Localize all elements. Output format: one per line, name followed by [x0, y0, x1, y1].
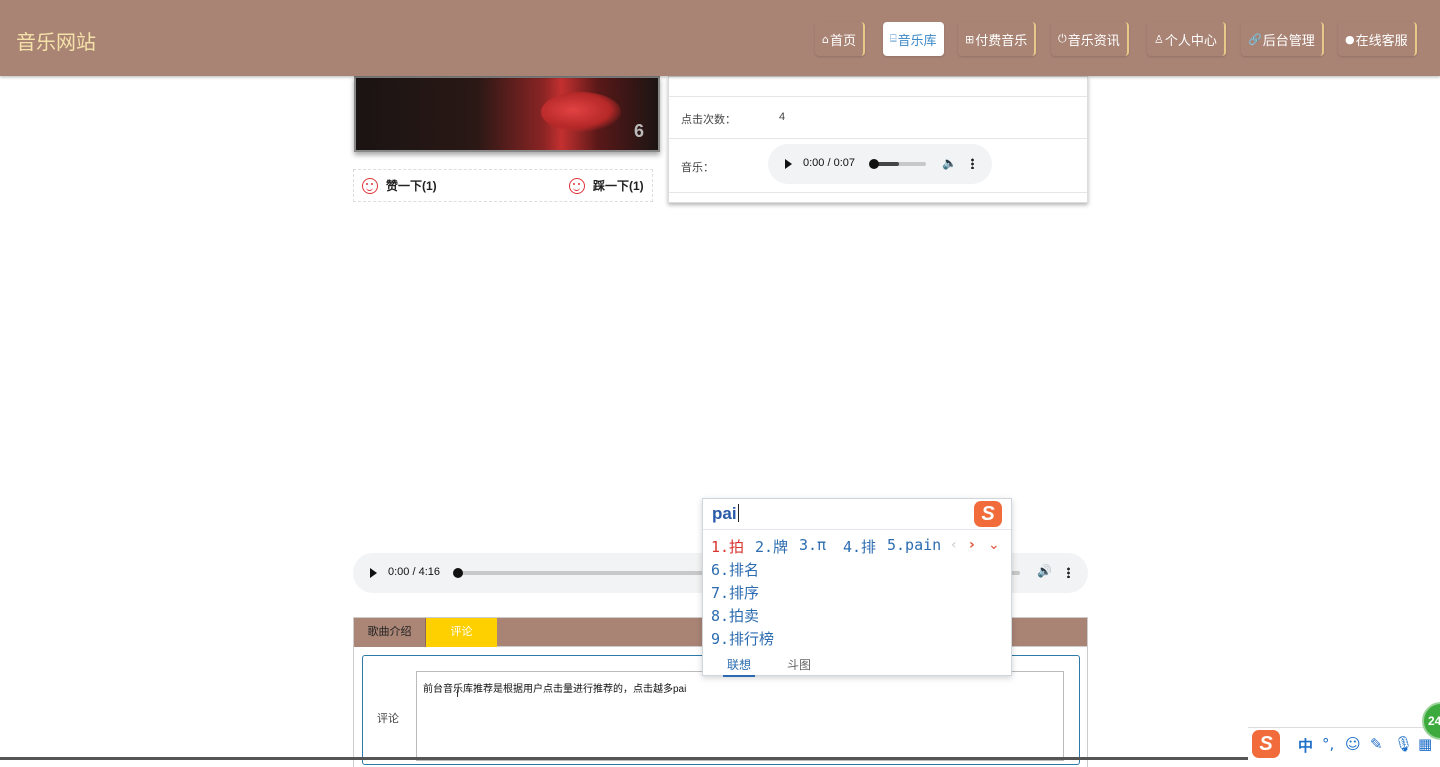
nav-label: 在线客服 [1355, 32, 1408, 48]
cover-logo-icon: 6 [633, 121, 644, 141]
power-icon: ⏻ [1058, 32, 1067, 45]
player-time: 0:00 / 0:07 [803, 157, 855, 169]
ime-candidate[interactable]: 8.拍卖 [711, 605, 759, 626]
link-icon: 🔗 [1248, 32, 1262, 46]
nav-music-news[interactable]: ⏻ 音乐资讯 [1051, 22, 1129, 56]
more-options-icon[interactable] [971, 158, 974, 169]
progress-knob[interactable] [453, 568, 463, 578]
prev-page-icon[interactable]: ‹ [951, 537, 957, 553]
like-label: 赞一下(1) [386, 179, 437, 193]
site-brand[interactable]: 音乐网站 [16, 26, 96, 55]
top-navbar: 音乐网站 ⌂ 首页 ⌸ 音乐库 ⊞ 付费音乐 ⏻ 音乐资讯 ♙ 个人中心 🔗 后台管理 ● 在… [0, 0, 1440, 76]
vote-bar: 赞一下(1) 踩一下(1) [353, 169, 653, 202]
ime-candidate-window: pai S 1.拍 2.牌 3.π 4.排 5.pain ‹ › ⌄ 6.排名 … [702, 498, 1012, 677]
nav-label: 首页 [829, 32, 856, 48]
pen-icon[interactable]: ✎ [1370, 735, 1383, 753]
ime-candidate[interactable]: 7.排序 [711, 582, 759, 603]
nav-label: 音乐库 [897, 32, 937, 48]
ime-candidate[interactable]: 4.排 [843, 536, 876, 557]
emoji-icon[interactable]: ☺ [1345, 735, 1361, 753]
sogou-logo-icon[interactable]: S [1252, 730, 1280, 758]
microphone-icon[interactable]: 🎙 [1394, 735, 1413, 753]
ime-candidate[interactable]: 3.π [799, 536, 826, 554]
grid-icon: ⊞ [965, 32, 975, 46]
nav-music-library[interactable]: ⌸ 音乐库 [883, 22, 944, 56]
player-time: 0:00 / 4:16 [388, 566, 440, 578]
nav-label: 音乐资讯 [1067, 32, 1120, 48]
progress-slider[interactable] [869, 159, 926, 169]
ime-composition-text: pai [712, 504, 737, 523]
info-row-clicks: 点击次数： 4 [669, 97, 1087, 139]
clicks-value: 4 [779, 111, 786, 123]
dislike-button[interactable]: 踩一下(1) [569, 177, 644, 194]
chat-icon: ● [1345, 32, 1355, 46]
ime-candidate[interactable]: 6.排名 [711, 559, 759, 580]
smile-icon [362, 177, 378, 194]
play-icon[interactable] [785, 159, 792, 169]
frown-icon [569, 177, 585, 194]
ime-caret [737, 504, 739, 522]
library-icon: ⌸ [890, 32, 897, 45]
cover-art-shape [541, 92, 621, 132]
ime-divider [703, 529, 1011, 530]
progress-knob[interactable] [869, 159, 879, 169]
volume-icon[interactable]: 🔊 [1037, 564, 1052, 578]
text-cursor-icon: I [456, 688, 460, 700]
home-icon: ⌂ [822, 32, 829, 46]
music-key: 音乐： [681, 162, 714, 174]
play-icon[interactable] [370, 568, 377, 578]
comment-label: 评论 [377, 713, 399, 725]
nav-label: 付费音乐 [975, 32, 1028, 48]
ime-candidate[interactable]: 1.拍 [711, 536, 744, 557]
nav-admin[interactable]: 🔗 后台管理 [1241, 22, 1324, 56]
comment-textarea[interactable] [416, 671, 1064, 761]
tab-song-intro[interactable]: 歌曲介绍 [354, 618, 426, 647]
info-row-partial [669, 77, 1087, 97]
ime-tab-meme[interactable]: 斗图 [787, 656, 811, 673]
song-info-card: 点击次数： 4 音乐： 0:00 / 0:07 🔈 [668, 76, 1088, 203]
nav-personal-center[interactable]: ♙ 个人中心 [1147, 22, 1226, 56]
nav-paid-music[interactable]: ⊞ 付费音乐 [958, 22, 1037, 56]
like-button[interactable]: 赞一下(1) [362, 177, 437, 194]
album-cover: 6 [354, 76, 660, 152]
expand-icon[interactable]: ⌄ [988, 537, 1000, 553]
clicks-key: 点击次数： [681, 114, 736, 126]
sogou-logo-icon: S [974, 501, 1002, 527]
ime-candidate[interactable]: 2.牌 [755, 536, 788, 557]
nav-home[interactable]: ⌂ 首页 [815, 22, 865, 56]
ime-toolbar: S 中 °, ☺ ✎ 🎙 ▦ [1248, 727, 1440, 760]
next-page-icon[interactable]: › [969, 537, 975, 553]
nav-label: 个人中心 [1164, 32, 1217, 48]
mute-icon[interactable]: 🔈 [942, 156, 957, 170]
ime-mode-toggle[interactable]: 中 [1298, 735, 1313, 756]
more-options-icon[interactable] [1067, 567, 1070, 578]
nav-online-service[interactable]: ● 在线客服 [1338, 22, 1417, 56]
ime-candidate[interactable]: 9.排行榜 [711, 628, 774, 649]
ime-tab-association[interactable]: 联想 [723, 656, 756, 677]
user-icon: ♙ [1154, 32, 1164, 46]
ime-candidate[interactable]: 5.pain [887, 536, 941, 554]
toolbox-icon[interactable]: ▦ [1418, 735, 1432, 753]
dislike-label: 踩一下(1) [593, 179, 644, 193]
tab-comment[interactable]: 评论 [426, 618, 497, 647]
nav-label: 后台管理 [1262, 32, 1315, 48]
punctuation-toggle[interactable]: °, [1322, 735, 1334, 753]
ime-composition: pai [712, 504, 739, 524]
mini-audio-player: 0:00 / 0:07 🔈 [768, 144, 992, 184]
